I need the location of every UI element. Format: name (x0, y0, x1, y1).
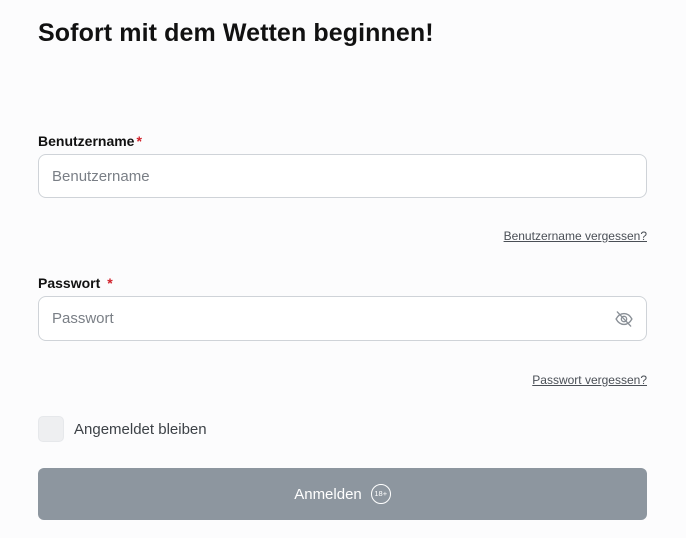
password-label: Passwort * (38, 274, 113, 292)
password-input[interactable] (39, 297, 646, 340)
age-restriction-icon: 18+ (370, 484, 391, 504)
password-label-text: Passwort (38, 275, 101, 291)
login-button[interactable]: Anmelden 18+ (38, 468, 647, 520)
username-field[interactable] (38, 154, 647, 198)
eye-slash-icon[interactable] (614, 309, 634, 329)
forgot-username-link[interactable]: Benutzername vergessen? (504, 228, 647, 244)
username-required-mark: * (136, 133, 142, 149)
password-field[interactable] (38, 296, 647, 341)
login-button-label: Anmelden (294, 485, 362, 503)
remember-me-checkbox[interactable] (38, 416, 64, 442)
username-input[interactable] (39, 155, 646, 197)
login-form: Sofort mit dem Wetten beginnen! Benutzer… (38, 0, 647, 538)
forgot-password-link[interactable]: Passwort vergessen? (532, 372, 647, 388)
remember-me-option[interactable]: Angemeldet bleiben (38, 416, 207, 442)
remember-me-label: Angemeldet bleiben (74, 420, 207, 438)
page-title: Sofort mit dem Wetten beginnen! (38, 19, 434, 47)
username-label: Benutzername * (38, 132, 142, 150)
username-label-text: Benutzername (38, 133, 135, 149)
password-required-mark: * (107, 275, 113, 291)
